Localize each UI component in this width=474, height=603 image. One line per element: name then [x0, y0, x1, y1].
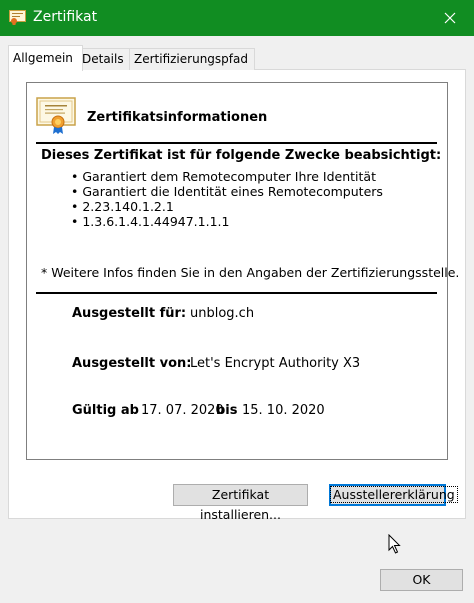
- valid-to-value: 15. 10. 2020: [242, 403, 325, 418]
- issued-by-value: Let's Encrypt Authority X3: [190, 356, 361, 371]
- purpose-item: 1.3.6.1.4.1.44947.1.1.1: [71, 214, 383, 229]
- valid-to-label: bis: [216, 403, 238, 418]
- tab-general[interactable]: Allgemein: [8, 45, 83, 71]
- purpose-item: 2.23.140.1.2.1: [71, 199, 383, 214]
- certificate-info-title: Zertifikatsinformationen: [87, 110, 268, 125]
- title-bar[interactable]: Zertifikat: [0, 0, 474, 36]
- info-note: * Weitere Infos finden Sie in den Angabe…: [41, 265, 460, 280]
- issued-to-value: unblog.ch: [190, 306, 255, 321]
- purpose-item: Garantiert dem Remotecomputer Ihre Ident…: [71, 169, 383, 184]
- ok-button[interactable]: OK: [380, 569, 463, 591]
- tab-label: Zertifizierungspfad: [134, 52, 248, 66]
- certificate-icon: [9, 10, 26, 25]
- certificate-dialog: Zertifikat Allgemein Details Zertifizier…: [0, 0, 474, 603]
- mouse-cursor-icon: [388, 534, 401, 554]
- purpose-item: Garantiert die Identität eines Remotecom…: [71, 184, 383, 199]
- purpose-heading: Dieses Zertifikat ist für folgende Zweck…: [41, 148, 442, 163]
- issuer-statement-button[interactable]: Ausstellererklärung: [329, 484, 458, 506]
- tab-certification-path[interactable]: Zertifizierungspfad: [129, 48, 255, 70]
- divider: [36, 142, 437, 144]
- window-title: Zertifikat: [33, 9, 98, 25]
- close-icon: [444, 12, 456, 24]
- close-button[interactable]: [426, 0, 474, 36]
- tab-label: Allgemein: [13, 51, 73, 65]
- issued-by-label: Ausgestellt von:: [72, 356, 192, 371]
- valid-from-value: 17. 07. 2020: [141, 403, 224, 418]
- certificate-icon: [36, 97, 76, 134]
- tab-label: Details: [82, 52, 124, 66]
- purpose-list: Garantiert dem Remotecomputer Ihre Ident…: [71, 169, 383, 229]
- install-certificate-button[interactable]: Zertifikat installieren...: [173, 484, 308, 522]
- tab-details[interactable]: Details: [77, 48, 135, 70]
- valid-from-label: Gültig ab: [72, 403, 139, 418]
- divider: [36, 292, 437, 294]
- issued-to-label: Ausgestellt für:: [72, 306, 187, 321]
